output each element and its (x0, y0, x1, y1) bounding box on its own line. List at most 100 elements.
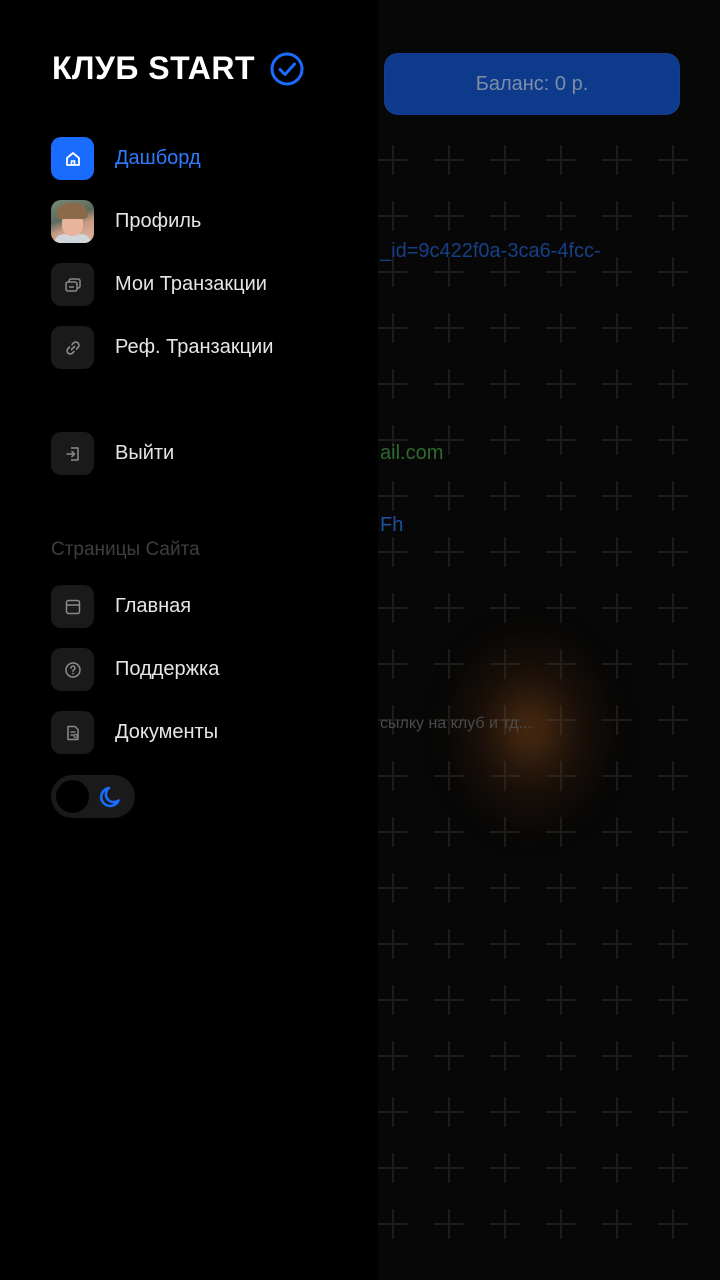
background-plus (378, 201, 408, 231)
background-plus (658, 257, 688, 287)
background-plus (602, 257, 632, 287)
nav-item-profile[interactable]: Профиль (51, 200, 201, 243)
toggle-knob (56, 780, 89, 813)
background-plus (490, 425, 520, 455)
background-plus (490, 593, 520, 623)
background-plus (378, 873, 408, 903)
background-plus (546, 929, 576, 959)
background-plus (546, 1097, 576, 1127)
background-plus (434, 1209, 464, 1239)
background-plus (546, 537, 576, 567)
nav-item-my-transactions[interactable]: Мои Транзакции (51, 263, 267, 306)
background-plus (546, 873, 576, 903)
background-plus (602, 1153, 632, 1183)
balance-button[interactable]: Баланс: 0 р. (384, 53, 680, 115)
background-plus (378, 1097, 408, 1127)
background-plus (658, 705, 688, 735)
side-drawer: КЛУБ START Дашборд Профиль Мои Транзакци… (0, 0, 378, 1280)
background-plus (490, 1041, 520, 1071)
background-plus (490, 1209, 520, 1239)
nav-item-support[interactable]: Поддержка (51, 648, 219, 691)
nav-item-home[interactable]: Главная (51, 585, 191, 628)
background-plus (546, 1041, 576, 1071)
background-plus (658, 481, 688, 511)
background-plus (658, 145, 688, 175)
background-plus (546, 1209, 576, 1239)
background-plus (434, 537, 464, 567)
logout-button[interactable]: Выйти (51, 432, 174, 475)
background-plus (490, 1153, 520, 1183)
logout-icon (51, 432, 94, 475)
background-plus (490, 313, 520, 343)
background-plus (434, 593, 464, 623)
background-plus (378, 537, 408, 567)
background-plus (378, 929, 408, 959)
background-plus (602, 481, 632, 511)
background-plus (378, 985, 408, 1015)
background-plus (602, 929, 632, 959)
document-icon (51, 711, 94, 754)
background-plus (658, 873, 688, 903)
nav-item-label: Дашборд (115, 147, 201, 169)
nav-item-dashboard[interactable]: Дашборд (51, 137, 201, 180)
background-plus (602, 201, 632, 231)
background-plus (378, 1209, 408, 1239)
background-plus (658, 537, 688, 567)
background-plus (378, 649, 408, 679)
background-plus (658, 593, 688, 623)
background-plus (658, 929, 688, 959)
help-circle-icon (51, 648, 94, 691)
transactions-icon (51, 263, 94, 306)
background-plus (602, 873, 632, 903)
background-plus (546, 313, 576, 343)
nav-item-label: Профиль (115, 210, 202, 232)
background-plus (490, 985, 520, 1015)
background-plus (658, 1041, 688, 1071)
background-plus (490, 201, 520, 231)
background-plus (602, 145, 632, 175)
brand[interactable]: КЛУБ START (52, 50, 305, 87)
background-plus (434, 1153, 464, 1183)
background-plus (546, 593, 576, 623)
site-pages-title: Страницы Сайта (51, 539, 200, 560)
moon-icon (99, 786, 120, 808)
background-plus (658, 649, 688, 679)
nav-item-label: Главная (115, 595, 192, 617)
nav-item-label: Реф. Транзакции (115, 336, 274, 358)
background-plus (602, 425, 632, 455)
email-text: ail.com (380, 442, 444, 464)
background-plus (434, 985, 464, 1015)
background-plus (378, 145, 408, 175)
background-plus (378, 369, 408, 399)
theme-toggle[interactable] (51, 775, 135, 818)
nav-item-label: Документы (115, 721, 219, 743)
background-plus (658, 201, 688, 231)
background-plus (658, 817, 688, 847)
background-plus (490, 481, 520, 511)
background-plus (490, 1097, 520, 1127)
background-plus (434, 1097, 464, 1127)
background-plus (602, 537, 632, 567)
nav-item-label: Поддержка (115, 658, 220, 680)
background-plus (434, 313, 464, 343)
background-plus (378, 1153, 408, 1183)
background-plus (602, 1097, 632, 1127)
background-plus (602, 593, 632, 623)
background-plus (546, 369, 576, 399)
background-plus (602, 313, 632, 343)
background-plus (658, 313, 688, 343)
home-icon (51, 137, 94, 180)
background-plus (546, 425, 576, 455)
nav-item-documents[interactable]: Документы (51, 711, 218, 754)
background-plus (546, 145, 576, 175)
nav-item-ref-transactions[interactable]: Реф. Транзакции (51, 326, 273, 369)
background-plus (658, 1153, 688, 1183)
logout-label: Выйти (115, 442, 175, 464)
background-plus (434, 1041, 464, 1071)
background-plus (546, 201, 576, 231)
background-plus (378, 593, 408, 623)
background-plus (490, 145, 520, 175)
background-plus (602, 1041, 632, 1071)
background-plus (602, 985, 632, 1015)
ref-link-text[interactable]: _id=9c422f0a-3ca6-4fcc- (380, 240, 601, 263)
